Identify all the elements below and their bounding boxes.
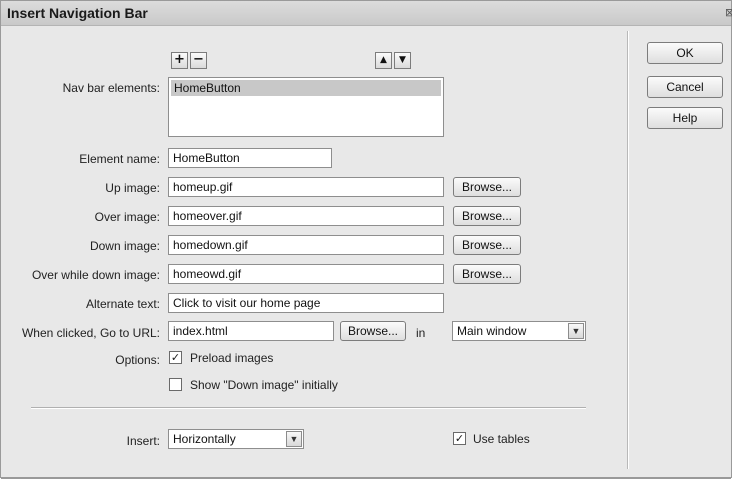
title-bar[interactable]: Insert Navigation Bar ⊠ [1, 1, 732, 26]
remove-element-button[interactable]: − [190, 52, 207, 69]
ok-button[interactable]: OK [647, 42, 723, 64]
chevron-down-icon[interactable]: ▼ [286, 431, 302, 447]
up-image-field[interactable]: homeup.gif [168, 177, 444, 197]
down-image-field[interactable]: homedown.gif [168, 235, 444, 255]
down-image-label: Down image: [89, 239, 160, 253]
target-window-select[interactable]: Main window ▼ [452, 321, 586, 341]
dialog-title: Insert Navigation Bar [7, 5, 148, 21]
down-image-browse-button[interactable]: Browse... [453, 235, 521, 255]
insert-direction-value: Horizontally [173, 432, 236, 446]
insert-navigation-bar-dialog: Insert Navigation Bar ⊠ + − ▲ ▼ Nav bar … [0, 0, 732, 479]
vertical-divider [627, 31, 629, 469]
move-up-button[interactable]: ▲ [375, 52, 392, 69]
list-item[interactable]: HomeButton [171, 80, 441, 96]
show-down-image-label: Show "Down image" initially [190, 378, 338, 392]
over-image-browse-button[interactable]: Browse... [453, 206, 521, 226]
element-name-field[interactable]: HomeButton [168, 148, 332, 168]
over-while-down-image-label: Over while down image: [31, 268, 160, 282]
chevron-down-icon[interactable]: ▼ [568, 323, 584, 339]
close-icon[interactable]: ⊠ [725, 7, 732, 19]
cancel-button[interactable]: Cancel [647, 76, 723, 98]
over-image-label: Over image: [94, 210, 160, 224]
use-tables-label: Use tables [473, 432, 530, 446]
nav-bar-elements-label: Nav bar elements: [62, 81, 160, 95]
url-field[interactable]: index.html [168, 321, 334, 341]
insert-label: Insert: [126, 434, 160, 448]
alternate-text-label: Alternate text: [85, 297, 160, 311]
target-window-value: Main window [457, 324, 527, 338]
url-browse-button[interactable]: Browse... [340, 321, 406, 341]
horizontal-divider [31, 407, 586, 409]
nav-bar-elements-list[interactable]: HomeButton [168, 77, 444, 137]
preload-images-label: Preload images [190, 351, 274, 365]
use-tables-checkbox[interactable]: ✓ [453, 432, 466, 445]
element-name-label: Element name: [79, 152, 160, 166]
add-element-button[interactable]: + [171, 52, 188, 69]
up-image-label: Up image: [105, 181, 160, 195]
over-while-down-image-field[interactable]: homeowd.gif [168, 264, 444, 284]
over-image-field[interactable]: homeover.gif [168, 206, 444, 226]
show-down-image-checkbox[interactable] [169, 378, 182, 391]
move-down-button[interactable]: ▼ [394, 52, 411, 69]
go-to-url-label: When clicked, Go to URL: [21, 326, 160, 340]
alternate-text-field[interactable]: Click to visit our home page [168, 293, 444, 313]
over-while-down-image-browse-button[interactable]: Browse... [453, 264, 521, 284]
options-label: Options: [115, 353, 160, 367]
insert-direction-select[interactable]: Horizontally ▼ [168, 429, 304, 449]
preload-images-checkbox[interactable]: ✓ [169, 351, 182, 364]
in-label: in [416, 326, 426, 340]
up-image-browse-button[interactable]: Browse... [453, 177, 521, 197]
help-button[interactable]: Help [647, 107, 723, 129]
